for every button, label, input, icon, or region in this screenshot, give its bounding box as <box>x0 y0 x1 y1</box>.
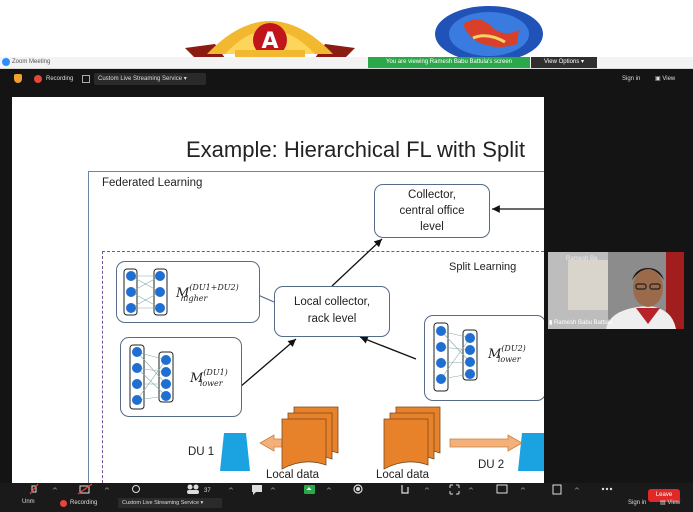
recording-status: Recording <box>70 500 98 506</box>
du1-label: DU 1 <box>188 446 215 458</box>
svg-text:^: ^ <box>228 487 234 495</box>
zoom-logo-icon <box>2 58 10 66</box>
live-stream-label: Custom Live Streaming Service <box>98 76 183 82</box>
recording-label: Recording <box>46 76 74 82</box>
svg-text:^: ^ <box>424 487 430 495</box>
du2-label: DU 2 <box>478 459 505 471</box>
view-options-label: View Options <box>544 59 580 65</box>
chat-icon <box>252 485 262 495</box>
participants-icon <box>187 484 193 490</box>
live-stream-dropdown[interactable]: Custom Live Streaming Service ▾ <box>94 73 206 85</box>
participant-name-text: Ramesh Babu Battula <box>553 320 613 326</box>
bottom-view-button[interactable]: ▤ View <box>660 497 680 509</box>
more-icon <box>601 487 605 491</box>
bottom-stream-label: Custom Live Streaming Service <box>122 500 200 506</box>
bottom-view-label: View <box>667 500 681 506</box>
meeting-toolbar: ^ ^ ^ ^ ^ ^ ^ ^ ^ <box>0 483 693 512</box>
college-banner: A <box>0 0 693 58</box>
du-devices-and-data <box>220 406 544 471</box>
local-data-1-icon <box>281 406 339 470</box>
view-label: View <box>662 76 676 82</box>
participants-count[interactable]: 37 <box>204 488 211 494</box>
svg-text:^: ^ <box>270 487 276 495</box>
bottom-stream-dropdown[interactable]: Custom Live Streaming Service ▾ <box>118 498 222 508</box>
reactions-icon <box>401 485 409 494</box>
unmute-button[interactable]: Unm <box>22 499 35 505</box>
stream-icon <box>82 75 90 83</box>
recording-dot-icon <box>34 75 42 83</box>
recording-indicator-icon <box>60 500 67 507</box>
participant-name-overlay: Ramesh Ba <box>566 256 598 262</box>
participant-name: ▮ Ramesh Babu Battula <box>549 320 613 326</box>
du2-device-icon <box>518 433 544 471</box>
local-data-2-icon <box>383 406 441 470</box>
view-options-button[interactable]: View Options ▾ <box>531 57 597 68</box>
sign-in-link[interactable]: Sign in <box>622 69 640 89</box>
fullscreen-icon <box>449 484 460 495</box>
toolbar-icons: ^ ^ ^ ^ ^ ^ ^ ^ ^ <box>29 483 613 495</box>
security-shield-icon[interactable] <box>14 74 22 83</box>
du1-device-icon <box>220 433 250 471</box>
local-data-2-label: Local data <box>376 469 430 481</box>
view-button[interactable]: ▣ View <box>655 69 675 89</box>
bottom-sign-in-link[interactable]: Sign in <box>628 497 646 509</box>
apps-icon <box>552 484 562 495</box>
security-icon <box>132 485 140 493</box>
app-title: Zoom Meeting <box>12 59 51 65</box>
globe-logo <box>435 6 543 58</box>
whiteboard-icon <box>496 484 508 494</box>
svg-text:^: ^ <box>52 487 58 495</box>
svg-text:^: ^ <box>326 487 332 495</box>
local-data-1-label: Local data <box>266 469 320 481</box>
svg-text:^: ^ <box>104 487 110 495</box>
shared-slide: Example: Hierarchical FL with Split Fede… <box>12 97 544 483</box>
arrow-to-du2-icon <box>449 434 523 452</box>
svg-text:^: ^ <box>574 487 580 495</box>
svg-text:^: ^ <box>468 487 474 495</box>
svg-text:^: ^ <box>520 487 526 495</box>
naac-badge-logo: A <box>185 21 355 58</box>
viewing-screen-notice: You are viewing Ramesh Babu Battula's sc… <box>368 57 530 68</box>
